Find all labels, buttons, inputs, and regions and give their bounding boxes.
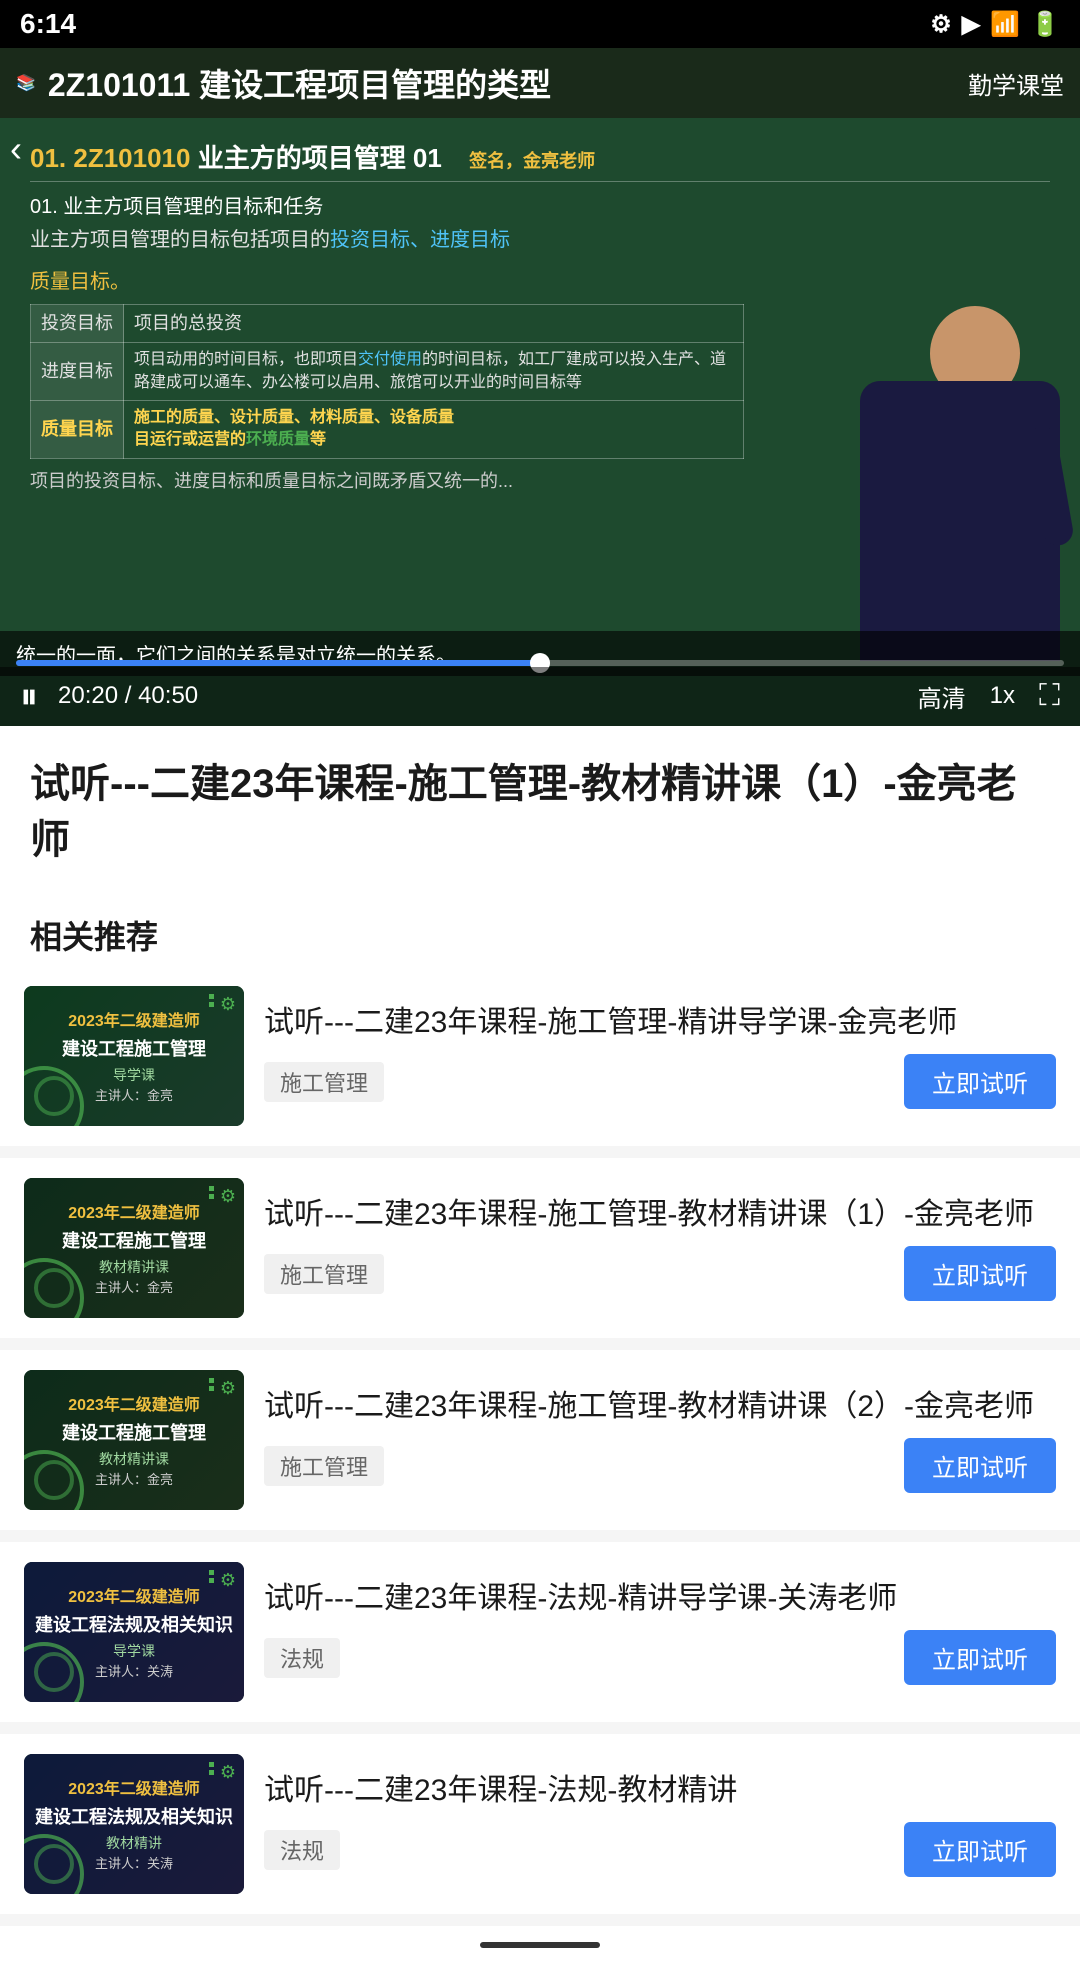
bottom-indicator bbox=[0, 1926, 1080, 1964]
thumb-circle-inner bbox=[34, 1268, 74, 1308]
course-footer: 施工管理 立即试听 bbox=[264, 1054, 1056, 1109]
course-thumbnail: ⚙ 2023年二级建造师 建设工程施工管理 导学课 主讲人：金亮 bbox=[24, 986, 244, 1126]
course-name: 试听---二建23年课程-施工管理-精讲导学课-金亮老师 bbox=[264, 1002, 1056, 1044]
thumb-lecturer: 主讲人：关涛 bbox=[95, 1661, 173, 1680]
app-name: 勤学课堂 bbox=[968, 66, 1064, 101]
pause-button[interactable]: ⏸ bbox=[20, 675, 38, 718]
course-info: 试听---二建23年课程-施工管理-教材精讲课（2）-金亮老师 施工管理 立即试… bbox=[264, 1386, 1056, 1493]
course-thumbnail: ⚙ 2023年二级建造师 建设工程法规及相关知识 导学课 主讲人：关涛 bbox=[24, 1562, 244, 1702]
book-icon: 📚 bbox=[16, 73, 36, 93]
settings-icon: ⚙ bbox=[220, 1186, 236, 1207]
thumb-subtitle: 教材精讲 bbox=[106, 1833, 162, 1853]
video-header-title: 2Z101011 建设工程项目管理的类型 bbox=[48, 60, 551, 106]
video-controls: ⏸ 20:20 / 40:50 高清 1x ⛶ bbox=[0, 667, 1080, 726]
video-player: 01. 2Z101010 业主方的项目管理 01 签名，金亮老师 01. 业主方… bbox=[0, 118, 1080, 726]
course-thumbnail: ⚙ 2023年二级建造师 建设工程施工管理 教材精讲课 主讲人：金亮 bbox=[24, 1370, 244, 1510]
listen-button[interactable]: 立即试听 bbox=[904, 1438, 1056, 1493]
course-name: 试听---二建23年课程-施工管理-教材精讲课（2）-金亮老师 bbox=[264, 1386, 1056, 1428]
chalkboard-table: 投资目标 项目的总投资 进度目标 项目动用的时间目标，也即项目交付使用的时间目标… bbox=[30, 304, 744, 459]
course-tag: 施工管理 bbox=[264, 1446, 384, 1486]
course-footer: 法规 立即试听 bbox=[264, 1822, 1056, 1877]
course-item: ⚙ 2023年二级建造师 建设工程施工管理 教材精讲课 主讲人：金亮 试听---… bbox=[0, 1350, 1080, 1530]
thumb-lecturer: 主讲人：金亮 bbox=[95, 1469, 173, 1488]
listen-button[interactable]: 立即试听 bbox=[904, 1630, 1056, 1685]
thumb-lecturer: 主讲人：金亮 bbox=[95, 1277, 173, 1296]
fullscreen-button[interactable]: ⛶ bbox=[1039, 679, 1060, 713]
thumb-year: 2023年二级建造师 bbox=[68, 1391, 200, 1415]
thumb-lecturer: 主讲人：关涛 bbox=[95, 1853, 173, 1872]
back-button[interactable]: ‹ bbox=[10, 128, 22, 170]
thumb-year: 2023年二级建造师 bbox=[68, 1583, 200, 1607]
course-info: 试听---二建23年课程-法规-教材精讲 法规 立即试听 bbox=[264, 1770, 1056, 1877]
settings-icon: ⚙ bbox=[220, 1378, 236, 1399]
status-bar: 6:14 ⚙ ▶ 📶 🔋 bbox=[0, 0, 1080, 48]
thumb-circle-inner bbox=[34, 1076, 74, 1116]
speed-button[interactable]: 1x bbox=[990, 682, 1015, 710]
course-item: ⚙ 2023年二级建造师 建设工程法规及相关知识 教材精讲 主讲人：关涛 试听-… bbox=[0, 1734, 1080, 1914]
thumb-year: 2023年二级建造师 bbox=[68, 1007, 200, 1031]
course-name: 试听---二建23年课程-法规-精讲导学课-关涛老师 bbox=[264, 1578, 1056, 1620]
course-list: ⚙ 2023年二级建造师 建设工程施工管理 导学课 主讲人：金亮 试听---二建… bbox=[0, 966, 1080, 1914]
thumb-title: 建设工程施工管理 bbox=[62, 1227, 206, 1253]
course-info: 试听---二建23年课程-施工管理-教材精讲课（1）-金亮老师 施工管理 立即试… bbox=[264, 1194, 1056, 1301]
course-thumbnail: ⚙ 2023年二级建造师 建设工程法规及相关知识 教材精讲 主讲人：关涛 bbox=[24, 1754, 244, 1894]
thumb-circle-inner bbox=[34, 1460, 74, 1500]
course-info: 试听---二建23年课程-施工管理-精讲导学课-金亮老师 施工管理 立即试听 bbox=[264, 1002, 1056, 1109]
course-footer: 施工管理 立即试听 bbox=[264, 1246, 1056, 1301]
settings-icon: ⚙ bbox=[220, 1570, 236, 1591]
status-bar-right: ⚙ ▶ 📶 🔋 bbox=[930, 10, 1060, 39]
video-header: 📚 2Z101011 建设工程项目管理的类型 勤学课堂 bbox=[0, 48, 1080, 118]
play-icon: ▶ bbox=[962, 10, 980, 39]
thumb-subtitle: 教材精讲课 bbox=[99, 1257, 169, 1277]
course-thumbnail: ⚙ 2023年二级建造师 建设工程施工管理 教材精讲课 主讲人：金亮 bbox=[24, 1178, 244, 1318]
progress-fill bbox=[16, 660, 540, 666]
bottom-bar bbox=[480, 1942, 600, 1948]
course-name: 试听---二建23年课程-法规-教材精讲 bbox=[264, 1770, 1056, 1812]
course-item: ⚙ 2023年二级建造师 建设工程法规及相关知识 导学课 主讲人：关涛 试听--… bbox=[0, 1542, 1080, 1722]
time-display: 20:20 / 40:50 bbox=[58, 682, 198, 710]
status-time: 6:14 bbox=[20, 8, 76, 40]
thumb-title: 建设工程施工管理 bbox=[62, 1419, 206, 1445]
course-item: ⚙ 2023年二级建造师 建设工程施工管理 教材精讲课 主讲人：金亮 试听---… bbox=[0, 1158, 1080, 1338]
thumb-year: 2023年二级建造师 bbox=[68, 1199, 200, 1223]
video-title: 试听---二建23年课程-施工管理-教材精讲课（1）-金亮老师 bbox=[30, 756, 1050, 868]
course-tag: 法规 bbox=[264, 1638, 340, 1678]
controls-left: ⏸ 20:20 / 40:50 bbox=[20, 675, 198, 718]
progress-track[interactable] bbox=[16, 660, 1064, 666]
settings-icon: ⚙ bbox=[220, 1762, 236, 1783]
status-bar-left: 6:14 bbox=[20, 8, 76, 40]
course-footer: 施工管理 立即试听 bbox=[264, 1438, 1056, 1493]
thumb-year: 2023年二级建造师 bbox=[68, 1775, 200, 1799]
thumb-title: 建设工程法规及相关知识 bbox=[35, 1611, 233, 1637]
thumb-title: 建设工程施工管理 bbox=[62, 1035, 206, 1061]
thumb-subtitle: 教材精讲课 bbox=[99, 1449, 169, 1469]
thumb-circle-inner bbox=[34, 1652, 74, 1692]
course-footer: 法规 立即试听 bbox=[264, 1630, 1056, 1685]
thumb-subtitle: 导学课 bbox=[113, 1065, 155, 1085]
listen-button[interactable]: 立即试听 bbox=[904, 1822, 1056, 1877]
thumb-subtitle: 导学课 bbox=[113, 1641, 155, 1661]
course-tag: 施工管理 bbox=[264, 1254, 384, 1294]
video-background: 01. 2Z101010 业主方的项目管理 01 签名，金亮老师 01. 业主方… bbox=[0, 118, 1080, 726]
course-item: ⚙ 2023年二级建造师 建设工程施工管理 导学课 主讲人：金亮 试听---二建… bbox=[0, 966, 1080, 1146]
course-tag: 法规 bbox=[264, 1830, 340, 1870]
course-name: 试听---二建23年课程-施工管理-教材精讲课（1）-金亮老师 bbox=[264, 1194, 1056, 1236]
related-label: 相关推荐 bbox=[0, 896, 1080, 966]
listen-button[interactable]: 立即试听 bbox=[904, 1054, 1056, 1109]
settings-icon: ⚙ bbox=[930, 10, 952, 39]
controls-right: 高清 1x ⛶ bbox=[918, 679, 1060, 714]
battery-icon: 🔋 bbox=[1030, 10, 1060, 39]
listen-button[interactable]: 立即试听 bbox=[904, 1246, 1056, 1301]
course-tag: 施工管理 bbox=[264, 1062, 384, 1102]
quality-button[interactable]: 高清 bbox=[918, 679, 966, 714]
course-info: 试听---二建23年课程-法规-精讲导学课-关涛老师 法规 立即试听 bbox=[264, 1578, 1056, 1685]
progress-bar-container[interactable] bbox=[0, 660, 1080, 666]
wifi-icon: 📶 bbox=[990, 10, 1020, 39]
thumb-title: 建设工程法规及相关知识 bbox=[35, 1803, 233, 1829]
thumb-circle-inner bbox=[34, 1844, 74, 1884]
video-title-section: 试听---二建23年课程-施工管理-教材精讲课（1）-金亮老师 bbox=[0, 726, 1080, 896]
settings-icon: ⚙ bbox=[220, 994, 236, 1015]
thumb-lecturer: 主讲人：金亮 bbox=[95, 1085, 173, 1104]
